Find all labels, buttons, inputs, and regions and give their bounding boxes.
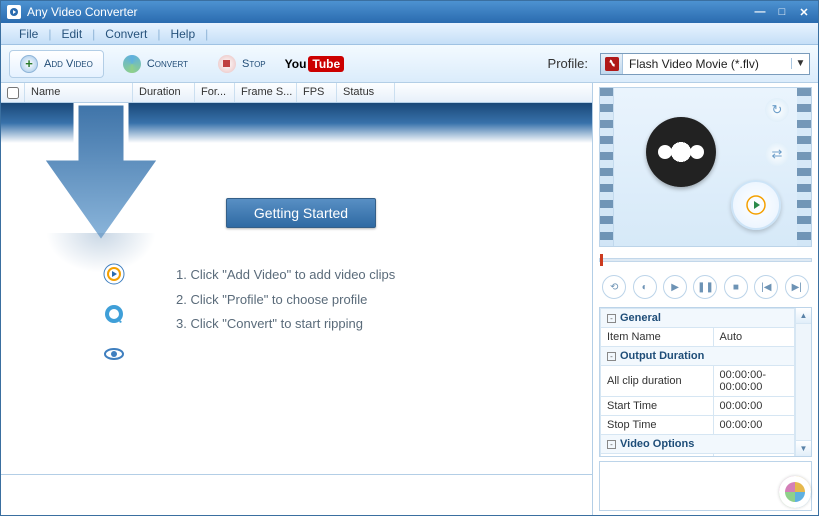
title-bar: Any Video Converter — □ ✕	[1, 1, 818, 23]
col-name[interactable]: Name	[25, 83, 133, 102]
wmp-icon	[103, 263, 125, 285]
collapse-icon[interactable]: -	[607, 440, 616, 449]
menu-edit[interactable]: Edit	[51, 27, 92, 41]
col-status[interactable]: Status	[337, 83, 395, 102]
prop-row[interactable]: Item NameAuto	[601, 328, 795, 347]
stop-icon	[218, 55, 236, 73]
disc-icon	[779, 476, 811, 508]
eye-icon	[103, 343, 125, 365]
play-disc-icon	[731, 180, 781, 230]
menu-bar: File| Edit| Convert| Help|	[1, 23, 818, 45]
getting-started-button[interactable]: Getting Started	[226, 198, 376, 228]
app-title: Any Video Converter	[27, 5, 138, 19]
down-arrow-graphic	[36, 103, 166, 358]
youtube-button[interactable]: YouTube	[285, 56, 345, 72]
properties-panel: ▲ ▼ -General Item NameAuto -Output Durat…	[599, 307, 812, 457]
empty-stage: Getting Started 1. Click "Add Video" to …	[1, 103, 592, 475]
next-button[interactable]: ▶|	[785, 275, 809, 299]
chevron-down-icon: ▼	[791, 58, 809, 69]
prop-row[interactable]: Stop Time00:00:00	[601, 416, 795, 435]
getting-started-steps: 1. Click "Add Video" to add video clips …	[176, 263, 395, 337]
app-icon	[7, 5, 21, 19]
collapse-icon[interactable]: -	[607, 352, 616, 361]
prev-button[interactable]: |◀	[754, 275, 778, 299]
menu-help[interactable]: Help	[160, 27, 205, 41]
quicktime-icon	[103, 303, 125, 325]
stop-button[interactable]: Stop	[207, 50, 277, 78]
repeat-button[interactable]: ⟲	[602, 275, 626, 299]
film-reel-icon	[646, 117, 716, 187]
col-fps[interactable]: FPS	[297, 83, 337, 102]
col-frame-size[interactable]: Frame S...	[235, 83, 297, 102]
convert-icon	[123, 55, 141, 73]
refresh-icon: ↻	[765, 98, 789, 122]
prop-row[interactable]: All clip duration00:00:00-00:00:00	[601, 366, 795, 397]
profile-dropdown[interactable]: Flash Video Movie (*.flv) ▼	[600, 53, 810, 75]
flash-icon	[601, 54, 623, 74]
scrollbar[interactable]: ▲ ▼	[795, 308, 811, 456]
profile-label: Profile:	[548, 56, 588, 71]
profile-value: Flash Video Movie (*.flv)	[623, 57, 791, 71]
preview-panel: ↻ ⇄	[599, 87, 812, 247]
snapshot-button[interactable]: ◐	[633, 275, 657, 299]
sync-icon: ⇄	[765, 142, 789, 166]
menu-convert[interactable]: Convert	[95, 27, 157, 41]
collapse-icon[interactable]: -	[607, 314, 616, 323]
playback-controls: ⟲ ◐ ▶ ❚❚ ■ |◀ ▶|	[599, 271, 812, 303]
menu-file[interactable]: File	[9, 27, 48, 41]
col-format[interactable]: For...	[195, 83, 235, 102]
close-button[interactable]: ✕	[796, 5, 812, 19]
prop-row[interactable]: Video Codecflv	[601, 454, 795, 458]
seek-bar[interactable]	[599, 249, 812, 271]
scroll-down-button[interactable]: ▼	[796, 440, 811, 456]
prop-row[interactable]: Start Time00:00:00	[601, 397, 795, 416]
maximize-button[interactable]: □	[774, 5, 790, 19]
toolbar: + Add Video Convert Stop YouTube Profile…	[1, 45, 818, 83]
column-headers: Name Duration For... Frame S... FPS Stat…	[1, 83, 592, 103]
play-button[interactable]: ▶	[663, 275, 687, 299]
add-icon: +	[20, 55, 38, 73]
col-duration[interactable]: Duration	[133, 83, 195, 102]
stop-playback-button[interactable]: ■	[724, 275, 748, 299]
select-all-checkbox[interactable]	[1, 83, 25, 102]
add-video-button[interactable]: + Add Video	[9, 50, 104, 78]
pause-button[interactable]: ❚❚	[693, 275, 717, 299]
scroll-up-button[interactable]: ▲	[796, 308, 811, 324]
convert-button[interactable]: Convert	[112, 50, 199, 78]
minimize-button[interactable]: —	[752, 5, 768, 19]
